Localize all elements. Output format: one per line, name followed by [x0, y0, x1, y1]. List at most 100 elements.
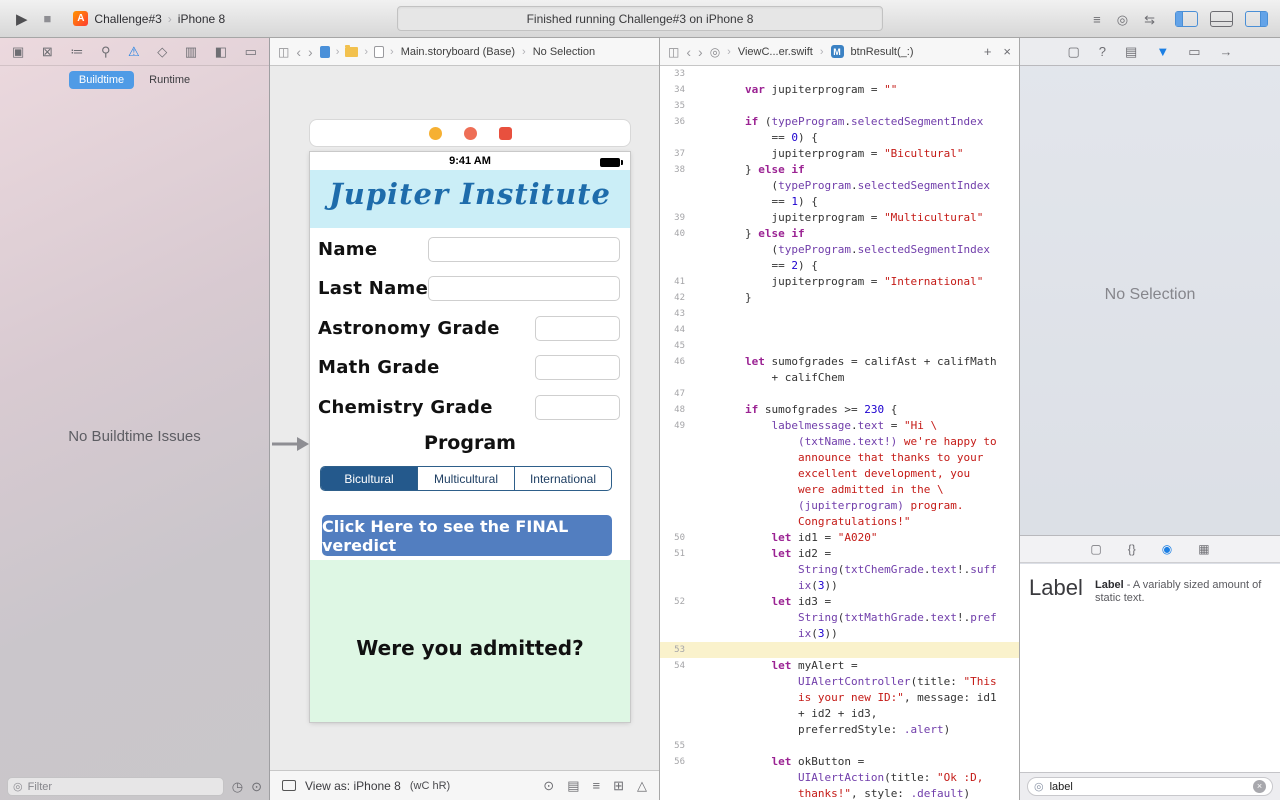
line-number[interactable]	[660, 450, 692, 466]
code-line[interactable]: 53	[660, 642, 1019, 658]
code-line[interactable]: + califChem	[660, 370, 1019, 386]
code-line[interactable]: 35	[660, 98, 1019, 114]
program-label[interactable]: Program	[310, 432, 630, 454]
close-editor-icon[interactable]: ×	[1003, 44, 1011, 59]
code-line[interactable]: 48 if sumofgrades >= 230 {	[660, 402, 1019, 418]
update-frames-icon[interactable]: ⊙	[543, 779, 554, 792]
code-line[interactable]: 36 if (typeProgram.selectedSegmentIndex	[660, 114, 1019, 130]
back-button[interactable]: ‹	[686, 45, 691, 59]
file-template-library-icon[interactable]: ▢	[1090, 543, 1101, 555]
line-number[interactable]	[660, 370, 692, 386]
field-label[interactable]: Math Grade	[318, 355, 440, 381]
code-line[interactable]: 49 labelmessage.text = "Hi \	[660, 418, 1019, 434]
code-line[interactable]: 54 let myAlert =	[660, 658, 1019, 674]
project-file-icon[interactable]	[319, 45, 330, 58]
design-text-field[interactable]	[428, 276, 620, 301]
code-line[interactable]: is your new ID:", message: id1	[660, 690, 1019, 706]
related-items-icon[interactable]: ◫	[278, 46, 289, 58]
line-number[interactable]: 45	[660, 338, 692, 354]
storyboard-file-icon[interactable]	[374, 45, 385, 58]
flagged-filter-icon[interactable]: ⊙	[251, 780, 262, 793]
code-line[interactable]: UIAlertController(title: "This	[660, 674, 1019, 690]
assistant-editor-icon[interactable]: ◎	[1117, 13, 1128, 26]
segment-international[interactable]: International	[514, 467, 611, 490]
line-number[interactable]	[660, 466, 692, 482]
source-control-navigator-icon[interactable]: ⊠	[42, 45, 53, 58]
run-button[interactable]: ▶	[16, 10, 28, 28]
code-line[interactable]: 39 jupiterprogram = "Multicultural"	[660, 210, 1019, 226]
counterparts-icon[interactable]: ◎	[710, 46, 720, 58]
line-number[interactable]	[660, 562, 692, 578]
first-responder-icon[interactable]	[463, 126, 477, 140]
line-number[interactable]: 51	[660, 546, 692, 562]
code-line[interactable]: String(txtMathGrade.text!.pref	[660, 610, 1019, 626]
code-line[interactable]: were admitted in the \	[660, 482, 1019, 498]
scheme-selector[interactable]: A Challenge#3 › iPhone 8	[73, 11, 225, 26]
header-view[interactable]: Jupiter Institute	[310, 170, 630, 228]
line-number[interactable]	[660, 194, 692, 210]
code-line[interactable]: Congratulations!"	[660, 514, 1019, 530]
line-number[interactable]: 46	[660, 354, 692, 370]
library-search-input[interactable]: ◎ label ×	[1027, 777, 1273, 796]
line-number[interactable]	[660, 770, 692, 786]
line-number[interactable]: 35	[660, 98, 692, 114]
code-line[interactable]: 45	[660, 338, 1019, 354]
code-line[interactable]: preferredStyle: .alert)	[660, 722, 1019, 738]
line-number[interactable]: 37	[660, 146, 692, 162]
line-number[interactable]	[660, 498, 692, 514]
file-inspector-icon[interactable]: ▢	[1068, 45, 1080, 58]
line-number[interactable]: 44	[660, 322, 692, 338]
add-editor-icon[interactable]: +	[984, 44, 992, 59]
design-text-field[interactable]	[428, 237, 620, 262]
run-destination[interactable]: iPhone 8	[178, 12, 225, 26]
standard-editor-icon[interactable]: ≡	[1093, 13, 1101, 26]
pin-constraints-icon[interactable]: ⊞	[613, 779, 624, 792]
design-text-field[interactable]	[535, 395, 620, 420]
line-number[interactable]	[660, 610, 692, 626]
admitted-question-label[interactable]: Were you admitted?	[310, 636, 630, 660]
utilities-panel-toggle[interactable]	[1245, 11, 1268, 27]
navigator-tab-buildtime[interactable]: Buildtime	[68, 71, 135, 89]
align-icon[interactable]: ≡	[593, 779, 601, 792]
design-text-field[interactable]	[535, 316, 620, 341]
line-number[interactable]	[660, 690, 692, 706]
project-navigator-icon[interactable]: ▣	[12, 45, 24, 58]
code-line[interactable]: (typeProgram.selectedSegmentIndex	[660, 242, 1019, 258]
code-line[interactable]: 52 let id3 =	[660, 594, 1019, 610]
code-line[interactable]: 43	[660, 306, 1019, 322]
stack-embed-icon[interactable]: ▤	[567, 779, 579, 792]
line-number[interactable]	[660, 242, 692, 258]
line-number[interactable]	[660, 674, 692, 690]
forward-button[interactable]: ›	[308, 45, 313, 59]
code-line[interactable]: String(txtChemGrade.text!.suff	[660, 562, 1019, 578]
test-navigator-icon[interactable]: ◇	[157, 45, 167, 58]
line-number[interactable]: 49	[660, 418, 692, 434]
code-line[interactable]: 37 jupiterprogram = "Bicultural"	[660, 146, 1019, 162]
media-library-icon[interactable]: ▦	[1198, 543, 1209, 555]
code-line[interactable]: 46 let sumofgrades = califAst + califMat…	[660, 354, 1019, 370]
code-line[interactable]: 55	[660, 738, 1019, 754]
code-line[interactable]: 44	[660, 322, 1019, 338]
find-navigator-icon[interactable]: ⚲	[101, 45, 111, 58]
segment-bicultural[interactable]: Bicultural	[321, 467, 417, 490]
object-library-icon[interactable]: ◉	[1162, 543, 1172, 555]
breadcrumb-file[interactable]: ViewC...er.swift	[738, 46, 813, 58]
navigator-tab-runtime[interactable]: Runtime	[139, 71, 200, 89]
device-config-icon[interactable]	[282, 780, 296, 791]
navigator-panel-toggle[interactable]	[1175, 11, 1198, 27]
line-number[interactable]: 40	[660, 226, 692, 242]
line-number[interactable]	[660, 578, 692, 594]
line-number[interactable]: 42	[660, 290, 692, 306]
line-number[interactable]: 54	[660, 658, 692, 674]
identity-inspector-icon[interactable]: ▤	[1125, 45, 1137, 58]
code-line[interactable]: 50 let id1 = "A020"	[660, 530, 1019, 546]
storyboard-canvas[interactable]: 9:41 AM Jupiter Institute Name Last Name A…	[270, 66, 659, 770]
line-number[interactable]: 39	[660, 210, 692, 226]
related-items-icon[interactable]: ◫	[668, 46, 679, 58]
segment-multicultural[interactable]: Multicultural	[417, 467, 514, 490]
line-number[interactable]: 53	[660, 642, 692, 658]
line-number[interactable]	[660, 514, 692, 530]
code-line[interactable]: 38 } else if	[660, 162, 1019, 178]
line-number[interactable]: 47	[660, 386, 692, 402]
code-line[interactable]: announce that thanks to your	[660, 450, 1019, 466]
